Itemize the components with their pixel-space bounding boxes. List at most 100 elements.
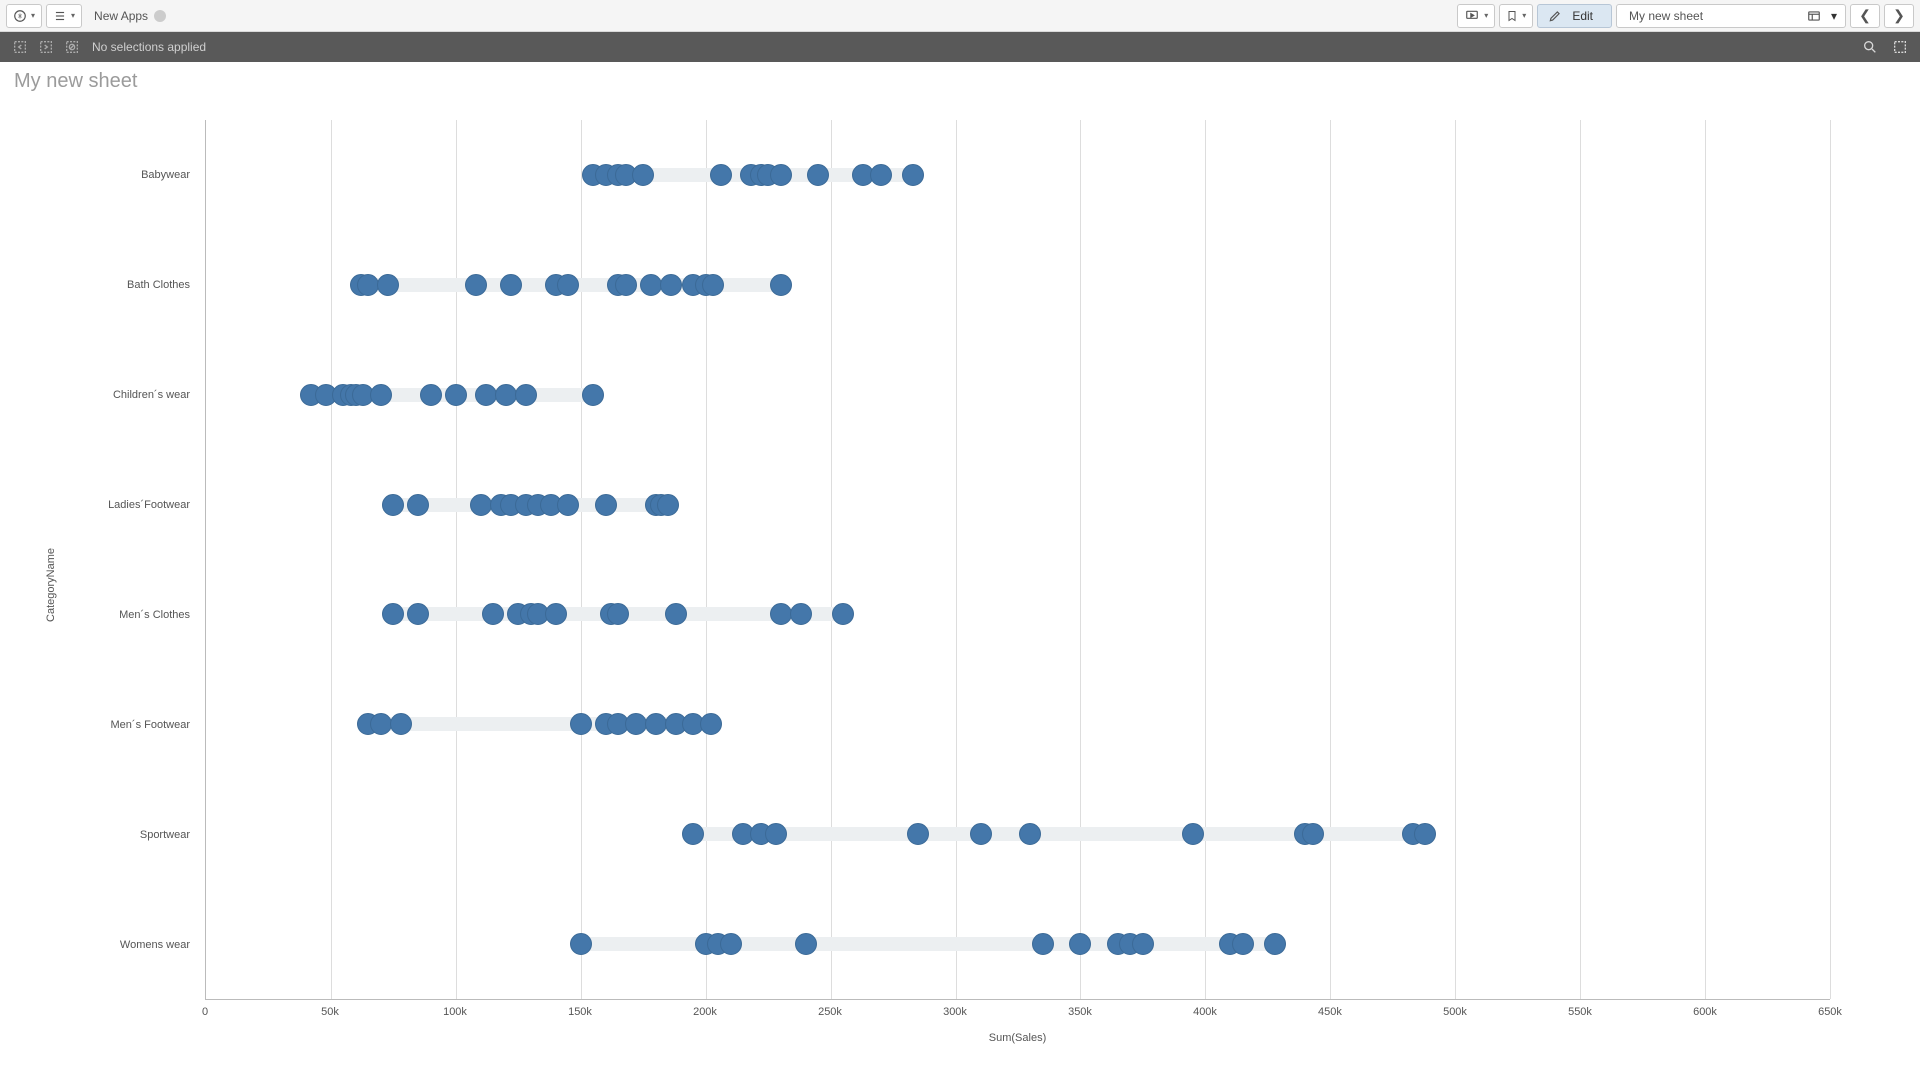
data-point[interactable] <box>702 274 724 296</box>
data-point[interactable] <box>682 823 704 845</box>
data-point[interactable] <box>795 933 817 955</box>
plot-area[interactable] <box>205 120 1830 1000</box>
selection-bar: No selections applied <box>0 32 1920 62</box>
edit-sheet-button[interactable]: Edit <box>1537 4 1612 28</box>
data-point[interactable] <box>1302 823 1324 845</box>
data-point[interactable] <box>657 494 679 516</box>
data-point[interactable] <box>1414 823 1436 845</box>
data-point[interactable] <box>700 713 722 735</box>
search-icon[interactable] <box>1862 39 1878 55</box>
list-icon <box>53 9 67 23</box>
data-point[interactable] <box>595 494 617 516</box>
data-point[interactable] <box>557 274 579 296</box>
app-name-label: New Apps <box>94 9 148 23</box>
data-point[interactable] <box>482 603 504 625</box>
data-point[interactable] <box>1069 933 1091 955</box>
data-point[interactable] <box>765 823 787 845</box>
data-point[interactable] <box>582 384 604 406</box>
x-tick-label: 550k <box>1568 1006 1592 1018</box>
data-point[interactable] <box>515 384 537 406</box>
chevron-left-icon: ❮ <box>1859 7 1871 24</box>
previous-sheet-button[interactable]: ❮ <box>1850 4 1880 28</box>
data-point[interactable] <box>370 384 392 406</box>
category-row <box>206 713 1830 735</box>
global-menu-button[interactable]: ▾ <box>6 4 42 28</box>
data-point[interactable] <box>615 274 637 296</box>
data-point[interactable] <box>470 494 492 516</box>
x-tick-label: 150k <box>568 1006 592 1018</box>
data-point[interactable] <box>660 274 682 296</box>
data-point[interactable] <box>570 933 592 955</box>
app-status-dot-icon <box>154 10 166 22</box>
data-point[interactable] <box>377 274 399 296</box>
x-tick-label: 450k <box>1318 1006 1342 1018</box>
data-point[interactable] <box>1032 933 1054 955</box>
data-point[interactable] <box>500 274 522 296</box>
x-tick-label: 650k <box>1818 1006 1842 1018</box>
distribution-plot[interactable]: CategoryName BabywearBath ClothesChildre… <box>20 100 1900 1070</box>
category-row <box>206 384 1830 406</box>
y-tick-label: Men´s Clothes <box>119 609 190 621</box>
data-point[interactable] <box>832 603 854 625</box>
data-point[interactable] <box>902 164 924 186</box>
y-tick-label: Bath Clothes <box>127 279 190 291</box>
step-forward-icon[interactable] <box>38 39 54 55</box>
x-tick-label: 100k <box>443 1006 467 1018</box>
x-tick-label: 50k <box>321 1006 339 1018</box>
data-point[interactable] <box>390 713 412 735</box>
category-row <box>206 274 1830 296</box>
bookmarks-button[interactable]: ▾ <box>1499 4 1533 28</box>
data-point[interactable] <box>625 713 647 735</box>
step-back-icon[interactable] <box>12 39 28 55</box>
data-point[interactable] <box>382 603 404 625</box>
chevron-right-icon: ❯ <box>1893 7 1905 24</box>
page-title: My new sheet <box>0 62 1920 101</box>
data-point[interactable] <box>475 384 497 406</box>
data-point[interactable] <box>1019 823 1041 845</box>
sheet-icon <box>1805 9 1823 23</box>
next-sheet-button[interactable]: ❯ <box>1884 4 1914 28</box>
data-point[interactable] <box>382 494 404 516</box>
data-point[interactable] <box>870 164 892 186</box>
data-point[interactable] <box>445 384 467 406</box>
data-point[interactable] <box>1182 823 1204 845</box>
data-point[interactable] <box>665 603 687 625</box>
data-point[interactable] <box>420 384 442 406</box>
data-point[interactable] <box>807 164 829 186</box>
data-point[interactable] <box>1264 933 1286 955</box>
sheet-navigator[interactable]: My new sheet ▾ <box>1616 4 1846 28</box>
data-point[interactable] <box>357 274 379 296</box>
assets-menu-button[interactable]: ▾ <box>46 4 82 28</box>
data-point[interactable] <box>790 603 812 625</box>
data-point[interactable] <box>640 274 662 296</box>
data-point[interactable] <box>1132 933 1154 955</box>
data-point[interactable] <box>907 823 929 845</box>
data-point[interactable] <box>407 603 429 625</box>
data-point[interactable] <box>710 164 732 186</box>
chevron-down-icon: ▾ <box>1522 11 1526 20</box>
data-point[interactable] <box>557 494 579 516</box>
data-point[interactable] <box>720 933 742 955</box>
clear-selections-icon[interactable] <box>64 39 80 55</box>
data-point[interactable] <box>770 603 792 625</box>
data-point[interactable] <box>495 384 517 406</box>
data-point[interactable] <box>607 603 629 625</box>
data-point[interactable] <box>970 823 992 845</box>
data-point[interactable] <box>545 603 567 625</box>
data-point[interactable] <box>770 274 792 296</box>
x-tick-label: 400k <box>1193 1006 1217 1018</box>
gridline <box>1205 120 1206 999</box>
data-point[interactable] <box>465 274 487 296</box>
y-tick-label: Ladies´Footwear <box>108 499 190 511</box>
data-point[interactable] <box>1232 933 1254 955</box>
data-point[interactable] <box>770 164 792 186</box>
storytelling-button[interactable]: ▾ <box>1457 4 1495 28</box>
data-point[interactable] <box>632 164 654 186</box>
gridline <box>581 120 582 999</box>
presentation-icon <box>1464 9 1480 23</box>
data-point[interactable] <box>645 713 667 735</box>
data-point[interactable] <box>570 713 592 735</box>
data-point[interactable] <box>370 713 392 735</box>
data-point[interactable] <box>407 494 429 516</box>
selections-tool-icon[interactable] <box>1892 39 1908 55</box>
